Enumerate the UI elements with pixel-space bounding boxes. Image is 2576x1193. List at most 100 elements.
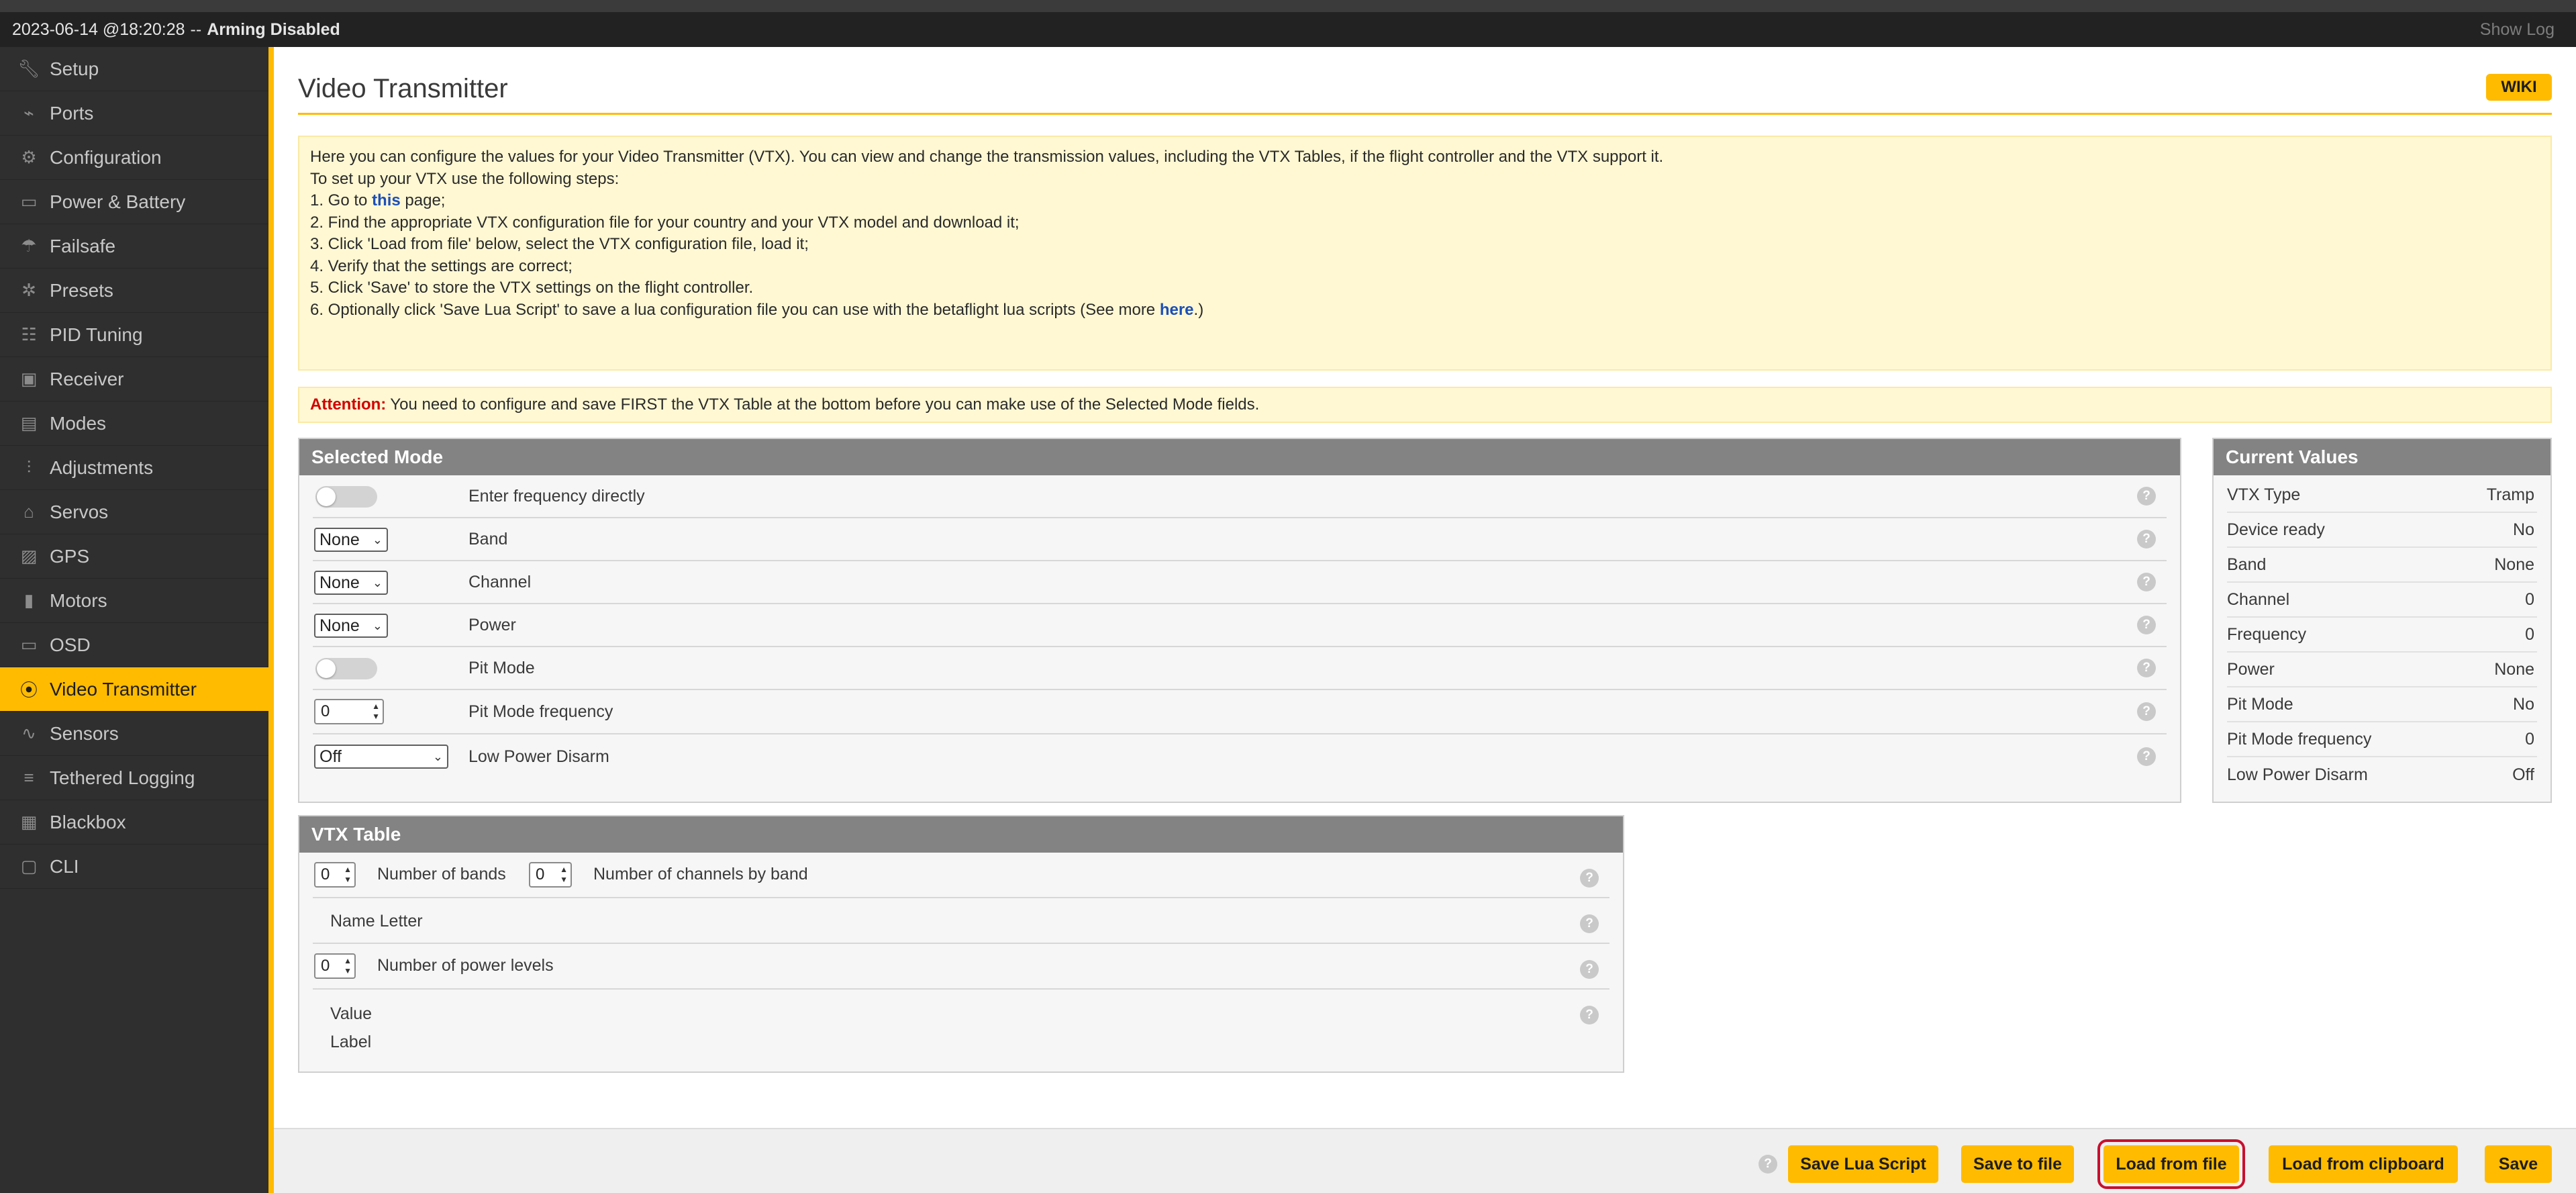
sidebar-item-label: Ports: [50, 102, 94, 124]
sidebar-item-label: Receiver: [50, 368, 124, 389]
sidebar-item-label: Adjustments: [50, 457, 154, 478]
freq-direct-toggle[interactable]: [315, 486, 377, 508]
power-levels-stepper[interactable]: 0 ▲ ▼: [314, 953, 356, 979]
wiki-button[interactable]: WIKI: [2486, 74, 2552, 101]
sidebar-item-tethered-logging[interactable]: ≡ Tethered Logging: [0, 756, 268, 800]
broadcast-icon: ⦿: [19, 680, 38, 700]
intro-step-5: 5. Click 'Save' to store the VTX setting…: [310, 279, 754, 297]
intro-step-4: 4. Verify that the settings are correct;: [310, 256, 573, 275]
cv-row-power: Power None: [2227, 653, 2537, 687]
attention-note: Attention: You need to configure and sav…: [298, 387, 2552, 423]
title-rule: [298, 113, 2552, 115]
sidebar-item-sensors[interactable]: ∿ Sensors: [0, 712, 268, 756]
toggle-knob: [317, 659, 336, 678]
pit-mode-toggle[interactable]: [315, 658, 377, 679]
intro-step-2: 2. Find the appropriate VTX configuratio…: [310, 213, 1020, 232]
help-icon[interactable]: ?: [1580, 869, 1599, 888]
low-power-select[interactable]: Off ⌄: [314, 745, 448, 769]
power-label: Power: [468, 615, 516, 634]
sidebar-item-power-battery[interactable]: ▭ Power & Battery: [0, 180, 268, 224]
help-icon[interactable]: ?: [2137, 747, 2156, 766]
this-page-link[interactable]: this: [372, 191, 401, 209]
sidebar-item-setup[interactable]: 🔧︎ Setup: [0, 47, 268, 91]
sidebar-item-motors[interactable]: ▮ Motors: [0, 579, 268, 623]
help-icon[interactable]: ?: [1580, 960, 1599, 979]
help-icon[interactable]: ?: [2137, 487, 2156, 506]
sidebar-item-adjustments[interactable]: ⫶ Adjustments: [0, 446, 268, 490]
sidebar-item-failsafe[interactable]: ☂ Failsafe: [0, 224, 268, 269]
arming-status: Arming Disabled: [207, 19, 340, 39]
terminal-icon: ▢: [20, 856, 38, 876]
help-icon[interactable]: ?: [1580, 914, 1599, 933]
pit-freq-stepper[interactable]: 0 ▲ ▼: [314, 699, 384, 724]
sidebar-item-label: Configuration: [50, 146, 162, 168]
stepper-arrows-icon[interactable]: ▲ ▼: [344, 865, 352, 885]
power-levels-label: Number of power levels: [377, 956, 554, 975]
show-log-link[interactable]: Show Log: [2480, 20, 2555, 40]
intro-step-6: 6. Optionally click 'Save Lua Script' to…: [310, 300, 1204, 319]
save-button[interactable]: Save: [2485, 1145, 2552, 1183]
stepper-arrows-icon[interactable]: ▲ ▼: [560, 865, 568, 885]
channels-stepper[interactable]: 0 ▲ ▼: [529, 862, 572, 888]
channel-label: Channel: [468, 572, 532, 591]
sidebar-item-modes[interactable]: ▤ Modes: [0, 401, 268, 446]
help-icon[interactable]: ?: [2137, 616, 2156, 634]
cv-row-channel: Channel 0: [2227, 583, 2537, 618]
cv-row-pit-mode-frequency: Pit Mode frequency 0: [2227, 722, 2537, 757]
motor-icon: ▮: [23, 590, 34, 610]
sidebar-item-osd[interactable]: ▭ OSD: [0, 623, 268, 667]
channel-select[interactable]: None ⌄: [314, 571, 388, 595]
sidebar-item-cli[interactable]: ▢ CLI: [0, 845, 268, 889]
sidebar-item-configuration[interactable]: ⚙ Configuration: [0, 136, 268, 180]
pit-freq-row: 0 ▲ ▼ Pit Mode frequency ?: [313, 690, 2167, 734]
save-lua-script-button[interactable]: Save Lua Script: [1788, 1145, 1938, 1183]
plug-icon: ⌁: [23, 103, 34, 123]
save-to-file-button[interactable]: Save to file: [1961, 1145, 2074, 1183]
sidebar-item-ports[interactable]: ⌁ Ports: [0, 91, 268, 136]
load-from-file-button[interactable]: Load from file: [2097, 1139, 2245, 1189]
sidebar-item-video-transmitter[interactable]: ⦿ Video Transmitter: [0, 667, 268, 712]
main-content: Video Transmitter WIKI Here you can conf…: [274, 47, 2576, 1128]
sidebar-item-label: Presets: [50, 279, 113, 301]
help-icon[interactable]: ?: [2137, 702, 2156, 721]
vtx-table-panel: VTX Table 0 ▲ ▼ Number of bands 0 ▲ ▼ Number…: [298, 815, 1624, 1073]
receiver-icon: ▣: [20, 369, 38, 389]
low-power-label: Low Power Disarm: [468, 747, 609, 766]
wrench-icon: 🔧︎: [17, 58, 40, 79]
sidebar-item-servos[interactable]: ⌂ Servos: [0, 490, 268, 534]
freq-direct-row: Enter frequency directly ?: [313, 475, 2167, 518]
help-icon[interactable]: ?: [2137, 530, 2156, 548]
sidebar-item-label: Failsafe: [50, 235, 116, 256]
sidebar-item-gps[interactable]: ▨ GPS: [0, 534, 268, 579]
sidebar-item-receiver[interactable]: ▣ Receiver: [0, 357, 268, 401]
help-icon[interactable]: ?: [1758, 1155, 1777, 1174]
intro-line: Here you can configure the values for yo…: [310, 148, 1664, 166]
pulse-icon: ∿: [21, 723, 36, 743]
sidebar-item-label: GPS: [50, 545, 90, 567]
bands-stepper[interactable]: 0 ▲ ▼: [314, 862, 356, 888]
load-from-clipboard-button[interactable]: Load from clipboard: [2269, 1145, 2458, 1183]
band-select[interactable]: None ⌄: [314, 528, 388, 552]
help-icon[interactable]: ?: [2137, 573, 2156, 591]
label-label: Label: [330, 1033, 372, 1051]
low-power-row: Off ⌄ Low Power Disarm ?: [313, 734, 2167, 779]
sidebar-item-presets[interactable]: ✲ Presets: [0, 269, 268, 313]
vtx-table-title: VTX Table: [299, 816, 1623, 853]
sidebar-item-blackbox[interactable]: ▦ Blackbox: [0, 800, 268, 845]
sidebar-item-label: Sensors: [50, 722, 119, 744]
sidebar-item-pid-tuning[interactable]: ☷ PID Tuning: [0, 313, 268, 357]
sidebar-item-label: Power & Battery: [50, 191, 186, 212]
power-select[interactable]: None ⌄: [314, 614, 388, 638]
value-label-row: Value Label ?: [313, 990, 1609, 1057]
stepper-arrows-icon[interactable]: ▲ ▼: [344, 956, 352, 976]
here-link[interactable]: here: [1160, 301, 1194, 319]
help-icon[interactable]: ?: [2137, 659, 2156, 677]
sidebar-item-label: Servos: [50, 501, 109, 522]
bands-label: Number of bands: [377, 865, 506, 884]
sidebar-item-label: Tethered Logging: [50, 767, 195, 788]
sidebar-item-label: Setup: [50, 58, 99, 79]
stepper-arrows-icon[interactable]: ▲ ▼: [372, 702, 380, 722]
value-label: Value: [330, 1004, 373, 1023]
intro-note: Here you can configure the values for yo…: [298, 136, 2552, 371]
help-icon[interactable]: ?: [1580, 1006, 1599, 1024]
